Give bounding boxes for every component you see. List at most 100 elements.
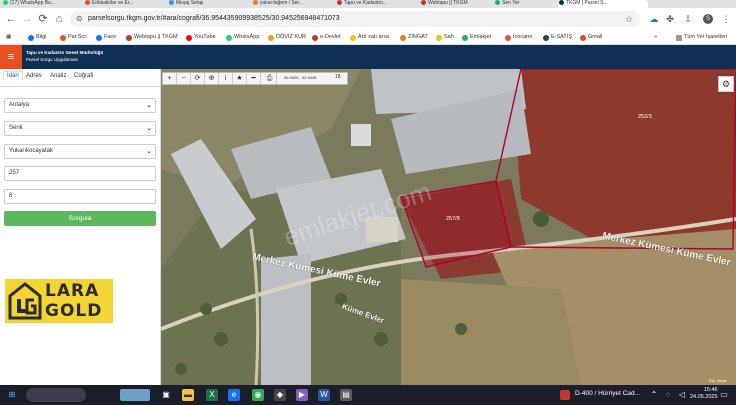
bookmark-item[interactable]: Arıt satı arsa (350, 33, 389, 42)
url-input[interactable]: ⊜ parselsorgu.tkgm.gov.tr/#ara/cografi/3… (70, 11, 640, 27)
page-icon (85, 0, 90, 5)
reload-icon[interactable]: ⟳ (36, 12, 50, 26)
tab-adres[interactable]: Adres (26, 73, 42, 79)
task-view-icon[interactable]: ▣ (160, 389, 172, 401)
bookmark-item[interactable]: Webtapu || TKGM (126, 33, 178, 42)
parsel-input[interactable]: 8 (4, 189, 156, 204)
lara-gold-logo: LARA GOLD (5, 279, 113, 323)
bookmark-item[interactable]: YouTube (186, 33, 216, 42)
file-explorer-icon[interactable]: ▬ (182, 389, 194, 401)
refresh-icon[interactable]: ⟳ (191, 73, 205, 84)
facebook-icon (96, 35, 102, 41)
chrome-icon[interactable]: ◉ (252, 389, 264, 401)
chevron-down-icon: ⌄ (146, 148, 152, 155)
chevron-down-icon: ⌄ (146, 102, 152, 109)
widget-image[interactable] (120, 389, 150, 401)
bookmark-favicon (462, 35, 468, 41)
info-icon[interactable]: i (219, 73, 233, 84)
taskbar-search[interactable] (26, 388, 86, 402)
ada-input[interactable]: 257 (4, 166, 156, 181)
tab-cografi[interactable]: Coğrafi (74, 73, 93, 79)
windows-start-icon[interactable]: ⊞ (6, 389, 18, 401)
query-sidebar: İdari Adres Analiz Coğrafi Antalya ⌄ Seri… (0, 69, 161, 385)
bookmark-item[interactable]: E-SATIŞ (543, 33, 572, 42)
bookmark-item[interactable]: ZİNGAT (400, 33, 428, 42)
query-tabs: İdari Adres Analiz Coğrafi (0, 69, 161, 87)
app-icon[interactable]: ▶ (296, 389, 308, 401)
home-icon[interactable]: ⌂ (52, 12, 66, 26)
satellite-map[interactable]: 257/8 252/3 Merkez Kümesi Küme Evler Mer… (161, 69, 736, 385)
zoom-out-icon[interactable]: − (177, 73, 191, 84)
browser-tab[interactable]: Tapu ve Kadastro... (336, 0, 416, 8)
bookmark-item[interactable]: Gmail (580, 33, 602, 42)
measure-icon[interactable]: ━ (247, 73, 261, 84)
app-icon[interactable]: ▤ (340, 389, 352, 401)
bookmark-item[interactable]: Bilgi (28, 33, 46, 42)
bookmark-item[interactable]: Emlakjet (462, 33, 491, 42)
chevron-down-icon: ⌄ (146, 125, 152, 132)
extensions-puzzle-icon[interactable]: ✤ (664, 12, 676, 26)
browser-tab[interactable]: Sen Yer (494, 0, 554, 8)
more-bookmarks-icon[interactable]: » (654, 33, 657, 42)
downloads-icon[interactable]: ⇩ (682, 12, 694, 26)
whatsapp-icon (226, 35, 232, 41)
app-header: ≡ Tapu ve Kadastro Genel Müdürlüğü Parse… (0, 45, 736, 69)
news-icon (560, 390, 570, 400)
system-clock[interactable]: 15:46 24.05.2025 (690, 387, 718, 401)
mahalle-select[interactable]: Yukarıkocayatak ⌄ (4, 144, 156, 159)
bookmark-item[interactable]: WhatsApp (226, 33, 259, 42)
browser-tab-active[interactable]: TKGM | Parsel S... (558, 0, 648, 8)
ilce-select[interactable]: Serik ⌄ (4, 121, 156, 136)
page-icon (169, 0, 174, 5)
tab-idari[interactable]: İdari (3, 71, 23, 80)
network-icon[interactable]: ◌ (662, 389, 674, 401)
forward-icon[interactable]: → (20, 12, 34, 26)
browser-tab[interactable]: (17) WhatsApp Bu... (2, 0, 80, 8)
tab-analiz[interactable]: Analiz (50, 73, 66, 79)
speaker-icon[interactable]: ◁ (676, 389, 688, 401)
bookmark-favicon (28, 35, 34, 41)
star-icon[interactable]: ★ (233, 73, 247, 84)
map-toolbar: + − ⟳ ⊕ i ★ ━ ⎙ 36.9526 - 30.9448 18 (162, 72, 348, 85)
extension-icon[interactable]: ☁ (648, 12, 660, 26)
back-icon[interactable]: ← (4, 12, 18, 26)
zoom-level: 18 (335, 74, 341, 80)
hamburger-icon[interactable]: ≡ (0, 45, 22, 69)
bookmark-favicon (60, 35, 66, 41)
il-select[interactable]: Antalya ⌄ (4, 98, 156, 113)
zoom-in-icon[interactable]: + (163, 73, 177, 84)
browser-tab[interactable]: Webtapu || TKGM (420, 0, 490, 8)
bookmark-item[interactable]: Sah (436, 33, 454, 42)
bookmark-item[interactable]: Par.Scr. (60, 33, 87, 42)
profile-avatar[interactable]: S (703, 14, 713, 24)
bookmark-favicon (126, 35, 132, 41)
app-icon[interactable]: ◆ (274, 389, 286, 401)
bookmarks-bar: ▦ Bilgi Par.Scr. Face Webtapu || TKGM Yo… (0, 30, 736, 45)
all-bookmarks[interactable]: Tüm Yer İşaretleri (676, 33, 727, 42)
settings-gear-icon[interactable]: ⚙ (718, 76, 734, 92)
apps-grid-icon[interactable]: ▦ (6, 33, 11, 42)
kebab-menu-icon[interactable]: ⋮ (720, 12, 732, 26)
windows-taskbar: ⊞ ▣ ▬ X e ◉ ◆ ▶ W ▤ D-400 / Hürriyet Cad… (0, 385, 736, 405)
notification-icon[interactable]: ▭ (718, 389, 730, 401)
bookmark-item[interactable]: e-Devlet (312, 33, 340, 42)
word-icon[interactable]: W (318, 389, 330, 401)
edge-icon[interactable]: e (228, 389, 240, 401)
excel-icon[interactable]: X (206, 389, 218, 401)
bookmark-item[interactable]: Icecami (505, 33, 532, 42)
bookmark-item[interactable]: DÖVİZ KUR (268, 33, 306, 42)
site-info-icon[interactable]: ⊜ (76, 14, 83, 23)
query-button[interactable]: Sorgula (4, 211, 156, 226)
coordinate-readout: 36.9526 - 30.9448 (284, 75, 317, 80)
print-icon[interactable]: ⎙ (263, 73, 277, 84)
bookmark-favicon (350, 35, 356, 41)
parcel-label: 252/3 (638, 114, 652, 120)
locate-icon[interactable]: ⊕ (205, 73, 219, 84)
bookmark-star-icon[interactable]: ☆ (623, 12, 635, 26)
browser-tab[interactable]: yukarılağem / Ser... (252, 0, 332, 8)
news-ticker[interactable]: D-400 / Hürriyet Cad... (575, 390, 640, 397)
chevron-up-icon[interactable]: ⌃ (648, 389, 660, 401)
browser-tab[interactable]: Meşaj Setajı (168, 0, 248, 8)
bookmark-item[interactable]: Face (96, 33, 116, 42)
browser-tab[interactable]: Erikkaklılar ve Er... (84, 0, 164, 8)
